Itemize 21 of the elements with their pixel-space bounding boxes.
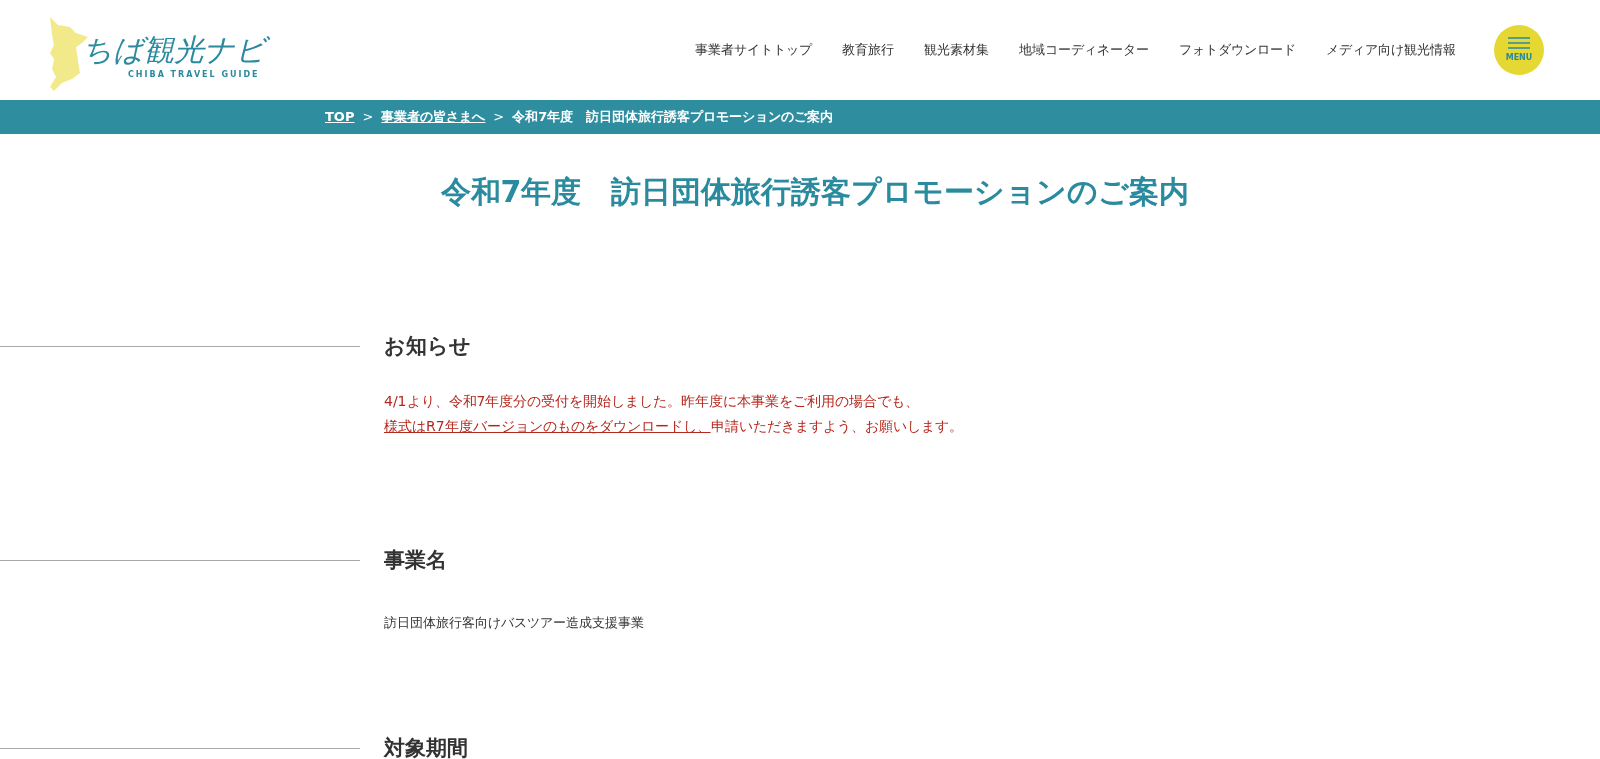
- nav-link[interactable]: 地域コーディネーター: [1019, 40, 1149, 60]
- section-heading: 事業名: [383, 547, 447, 573]
- menu-icon: [1508, 36, 1530, 49]
- logo-subtitle: CHIBA TRAVEL GUIDE: [128, 69, 260, 81]
- breadcrumb-link[interactable]: 事業者の皆さまへ: [381, 107, 486, 127]
- nav-link[interactable]: 教育旅行: [842, 40, 894, 60]
- breadcrumb-link[interactable]: TOP: [325, 107, 355, 127]
- nav-link[interactable]: メディア向け観光情報: [1326, 40, 1456, 60]
- notice-text: 4/1より、令和7年度分の受付を開始しました。昨年度に本事業をご利用の場合でも、 様式はR7年度バージョンのものをダウンロードし、申請いただきますよう、お願いします。: [383, 392, 964, 437]
- map-icon: [48, 17, 90, 91]
- section-heading: 対象期間: [382, 736, 468, 759]
- breadcrumb-current: 令和7年度 訪日団体旅行誘客プロモーションのご案内: [512, 108, 834, 127]
- section-heading: お知らせ: [383, 334, 471, 360]
- breadcrumb-separator: >: [493, 108, 505, 127]
- nav-link[interactable]: フォトダウンロード: [1179, 40, 1296, 60]
- breadcrumb-separator: >: [362, 108, 374, 127]
- nav-link[interactable]: 事業者サイトトップ: [695, 40, 812, 60]
- page-title: 令和7年度 訪日団体旅行誘客プロモーションのご案内: [440, 174, 1190, 210]
- download-link[interactable]: 様式はR7年度バージョンのものをダウンロードし、: [384, 418, 711, 435]
- body-text: 訪日団体旅行客向けバスツアー造成支援事業: [383, 613, 645, 632]
- nav-link[interactable]: 観光素材集: [924, 40, 989, 60]
